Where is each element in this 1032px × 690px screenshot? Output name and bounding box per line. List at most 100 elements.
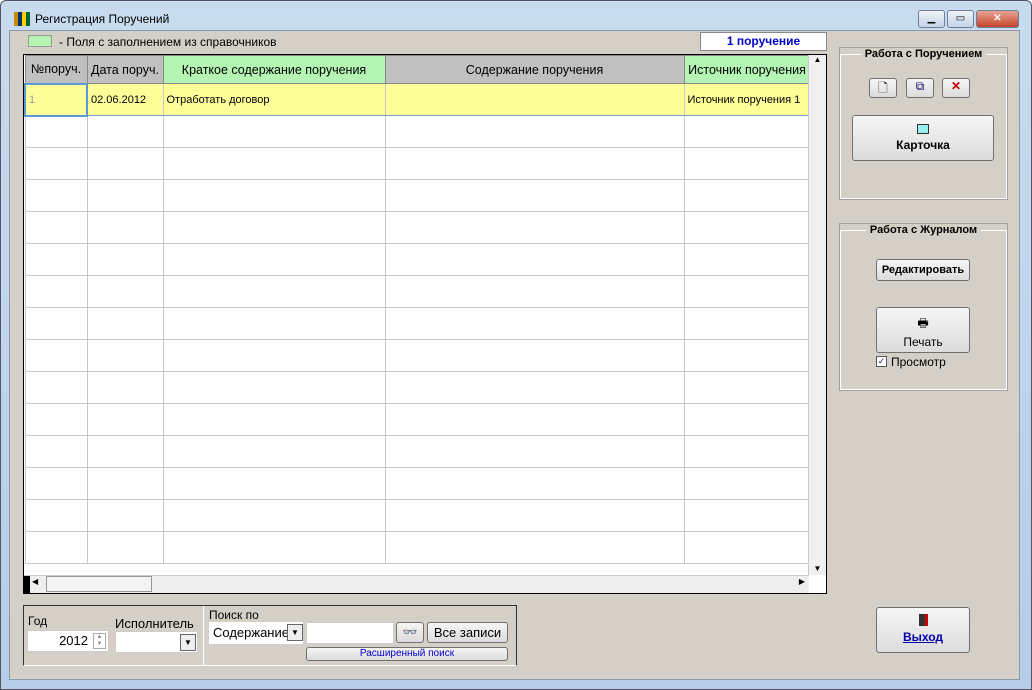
- year-spinner[interactable]: 2012 ▲ ▼: [27, 630, 109, 652]
- cell-content[interactable]: [384, 83, 685, 116]
- card-button[interactable]: Карточка: [852, 115, 994, 161]
- cell-number[interactable]: 1: [24, 82, 88, 117]
- empty-cell[interactable]: [384, 531, 685, 564]
- empty-cell[interactable]: [384, 115, 685, 148]
- empty-cell[interactable]: [162, 115, 386, 148]
- empty-cell[interactable]: [24, 499, 88, 532]
- exit-button[interactable]: Выход: [876, 607, 970, 653]
- empty-cell[interactable]: [24, 243, 88, 276]
- empty-cell[interactable]: [683, 275, 811, 308]
- empty-cell[interactable]: [683, 467, 811, 500]
- empty-cell[interactable]: [683, 211, 811, 244]
- empty-cell[interactable]: [24, 211, 88, 244]
- empty-cell[interactable]: [384, 147, 685, 180]
- chevron-down-icon[interactable]: ▼: [287, 624, 303, 641]
- empty-cell[interactable]: [86, 147, 164, 180]
- empty-cell[interactable]: [162, 499, 386, 532]
- empty-cell[interactable]: [86, 211, 164, 244]
- empty-cell[interactable]: [86, 179, 164, 212]
- empty-cell[interactable]: [162, 307, 386, 340]
- empty-cell[interactable]: [86, 403, 164, 436]
- horizontal-scroll-thumb[interactable]: [46, 576, 152, 592]
- empty-cell[interactable]: [86, 371, 164, 404]
- empty-cell[interactable]: [384, 243, 685, 276]
- empty-row[interactable]: [24, 339, 811, 372]
- empty-cell[interactable]: [384, 339, 685, 372]
- empty-cell[interactable]: [24, 467, 88, 500]
- empty-cell[interactable]: [683, 531, 811, 564]
- empty-cell[interactable]: [86, 243, 164, 276]
- empty-cell[interactable]: [683, 243, 811, 276]
- col-number[interactable]: №поруч.: [24, 55, 88, 84]
- print-button[interactable]: 🖶 Печать: [876, 307, 970, 353]
- empty-cell[interactable]: [683, 307, 811, 340]
- cell-brief[interactable]: Отработать договор: [162, 83, 386, 116]
- empty-cell[interactable]: [24, 179, 88, 212]
- empty-cell[interactable]: [683, 499, 811, 532]
- empty-cell[interactable]: [683, 339, 811, 372]
- empty-row[interactable]: [24, 531, 811, 564]
- records-grid[interactable]: №поруч. Дата поруч. Краткое содержание п…: [23, 54, 827, 594]
- empty-cell[interactable]: [683, 147, 811, 180]
- empty-cell[interactable]: [162, 371, 386, 404]
- empty-cell[interactable]: [162, 147, 386, 180]
- empty-cell[interactable]: [24, 435, 88, 468]
- copy-button[interactable]: ⧉: [906, 78, 934, 98]
- empty-row[interactable]: [24, 467, 811, 500]
- empty-cell[interactable]: [162, 179, 386, 212]
- empty-row[interactable]: [24, 371, 811, 404]
- delete-button[interactable]: ✕: [942, 78, 970, 98]
- empty-cell[interactable]: [683, 115, 811, 148]
- empty-cell[interactable]: [162, 531, 386, 564]
- empty-cell[interactable]: [86, 275, 164, 308]
- table-row[interactable]: 1 02.06.2012 Отработать договор Источник…: [24, 82, 811, 117]
- empty-row[interactable]: [24, 307, 811, 340]
- empty-cell[interactable]: [86, 499, 164, 532]
- empty-cell[interactable]: [24, 531, 88, 564]
- empty-cell[interactable]: [162, 435, 386, 468]
- empty-cell[interactable]: [162, 275, 386, 308]
- advanced-search-button[interactable]: Расширенный поиск: [306, 647, 508, 661]
- empty-cell[interactable]: [86, 531, 164, 564]
- empty-cell[interactable]: [162, 467, 386, 500]
- empty-row[interactable]: [24, 179, 811, 212]
- maximize-button[interactable]: ▭: [947, 10, 974, 28]
- empty-cell[interactable]: [162, 403, 386, 436]
- empty-cell[interactable]: [24, 403, 88, 436]
- empty-row[interactable]: [24, 275, 811, 308]
- col-brief[interactable]: Краткое содержание поручения: [162, 55, 386, 84]
- executor-select[interactable]: ▼: [115, 631, 198, 653]
- cell-source[interactable]: Источник поручения 1: [683, 83, 811, 116]
- empty-cell[interactable]: [86, 115, 164, 148]
- empty-cell[interactable]: [683, 403, 811, 436]
- empty-cell[interactable]: [384, 179, 685, 212]
- empty-cell[interactable]: [24, 147, 88, 180]
- empty-cell[interactable]: [384, 275, 685, 308]
- spinner-arrows-icon[interactable]: ▲ ▼: [93, 633, 106, 649]
- col-source[interactable]: Источник поручения: [683, 55, 811, 84]
- empty-cell[interactable]: [24, 339, 88, 372]
- empty-cell[interactable]: [162, 211, 386, 244]
- search-field-select[interactable]: Содержание ▼: [209, 622, 303, 644]
- empty-cell[interactable]: [384, 467, 685, 500]
- empty-cell[interactable]: [384, 435, 685, 468]
- empty-cell[interactable]: [86, 435, 164, 468]
- empty-cell[interactable]: [86, 467, 164, 500]
- empty-cell[interactable]: [86, 307, 164, 340]
- empty-cell[interactable]: [384, 211, 685, 244]
- empty-cell[interactable]: [683, 435, 811, 468]
- empty-row[interactable]: [24, 243, 811, 276]
- empty-cell[interactable]: [24, 275, 88, 308]
- find-button[interactable]: 👓: [396, 622, 424, 643]
- all-records-button[interactable]: Все записи: [427, 622, 508, 643]
- search-input[interactable]: [306, 622, 394, 644]
- vertical-scrollbar[interactable]: ▲ ▼: [808, 55, 826, 575]
- new-button[interactable]: 🗋: [869, 78, 897, 98]
- empty-row[interactable]: [24, 435, 811, 468]
- empty-cell[interactable]: [384, 403, 685, 436]
- empty-cell[interactable]: [86, 339, 164, 372]
- preview-checkbox[interactable]: ✓: [876, 356, 887, 367]
- empty-row[interactable]: [24, 499, 811, 532]
- minimize-button[interactable]: ▁: [918, 10, 945, 28]
- empty-cell[interactable]: [24, 307, 88, 340]
